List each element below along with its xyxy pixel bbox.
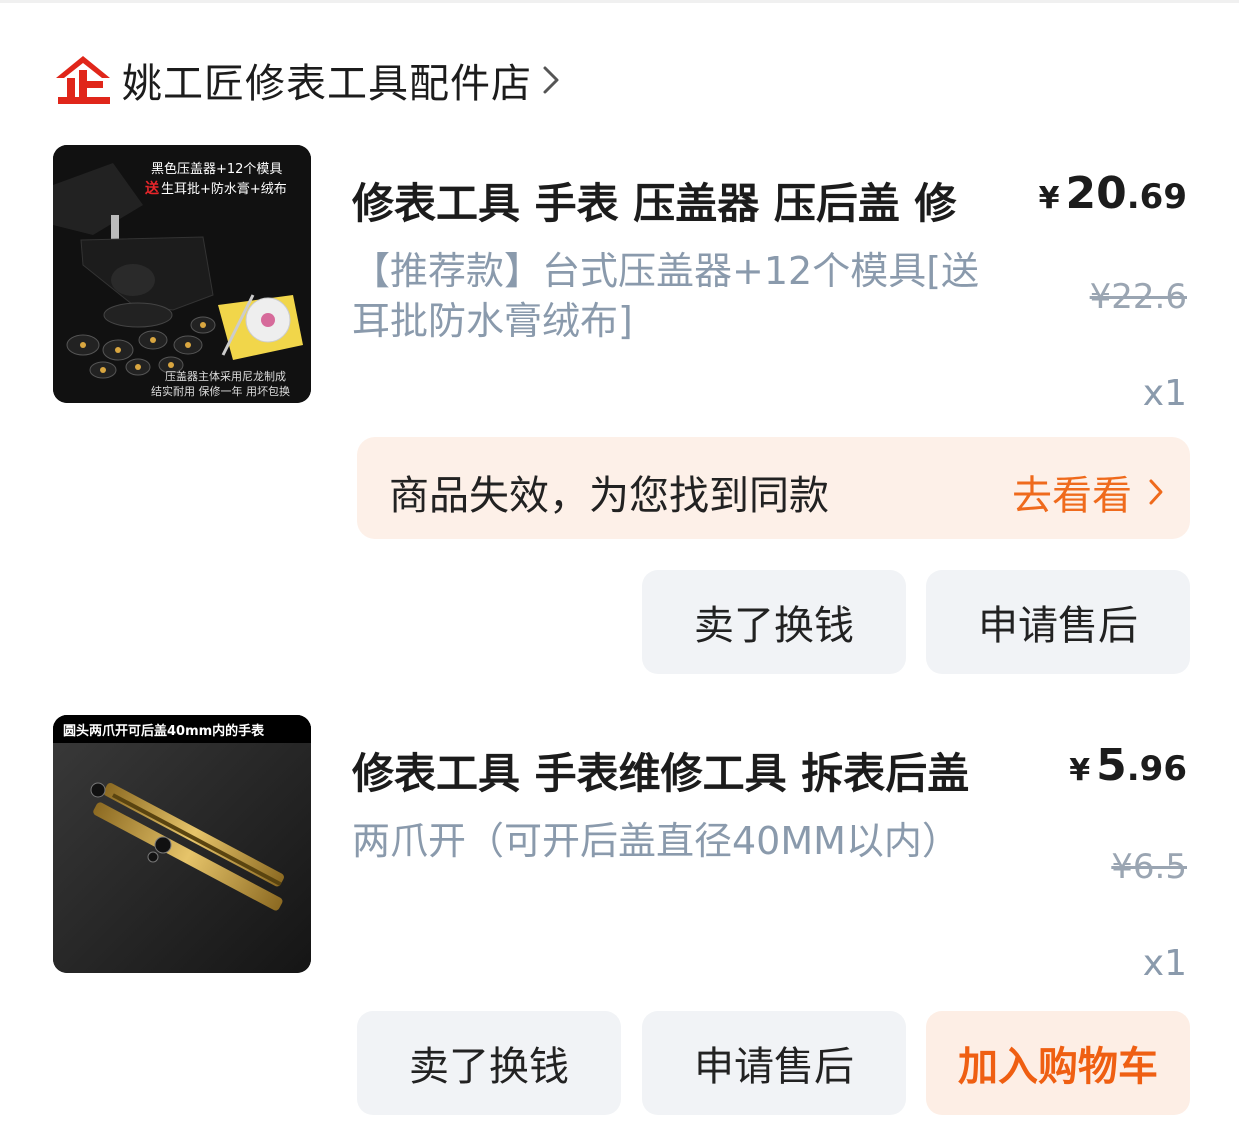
product-title[interactable]: 修表工具 手表维修工具 拆表后盖 <box>352 740 1017 801</box>
price-currency: ¥ <box>1069 753 1091 788</box>
view-similar-label: 去看看 <box>1012 473 1132 519</box>
view-similar-link[interactable]: 去看看 <box>1012 463 1164 521</box>
sell-button[interactable]: 卖了换钱 <box>642 570 906 674</box>
top-divider <box>0 0 1239 3</box>
image-caption-line3: 压盖器主体采用尼龙制成 <box>165 369 286 383</box>
quantity: x1 <box>1142 373 1187 414</box>
notice-text: 商品失效，为您找到同款 <box>389 473 829 519</box>
product-image-opener-tool[interactable]: 圆头两爪开可后盖40mm内的手表 <box>53 715 311 973</box>
after-sales-button[interactable]: 申请售后 <box>926 570 1190 674</box>
price-integer: 20 <box>1065 168 1127 219</box>
add-to-cart-button[interactable]: 加入购物车 <box>926 1011 1190 1115</box>
sell-button[interactable]: 卖了换钱 <box>357 1011 621 1115</box>
product-price: ¥5.96 <box>1069 740 1187 791</box>
product-title[interactable]: 修表工具 手表 压盖器 压后盖 修 <box>352 170 994 231</box>
enterprise-store-icon <box>56 56 110 104</box>
image-caption-free: 送 <box>144 180 160 197</box>
product-image-press-tool[interactable]: 黑色压盖器+12个模具 送 生耳批+防水膏+绒布 压盖器主体采用尼龙制成 结实耐… <box>53 145 311 403</box>
original-price: ¥22.6 <box>1089 277 1187 317</box>
image-caption-line2: 生耳批+防水膏+绒布 <box>161 181 287 197</box>
price-decimal: .96 <box>1126 749 1187 789</box>
price-integer: 5 <box>1096 740 1127 791</box>
image-caption-line4: 结实耐用 保修一年 用坏包换 <box>151 384 290 398</box>
store-name[interactable]: 姚工匠修表工具配件店 <box>122 51 532 109</box>
image-caption: 圆头两爪开可后盖40mm内的手表 <box>63 723 265 739</box>
price-currency: ¥ <box>1038 181 1060 216</box>
product-sku: 两爪开（可开后盖直径40MM以内） <box>352 819 960 863</box>
price-decimal: .69 <box>1126 177 1187 217</box>
invalid-item-notice[interactable]: 商品失效，为您找到同款 去看看 <box>357 437 1190 539</box>
store-header[interactable]: 姚工匠修表工具配件店 <box>54 50 560 110</box>
original-price: ¥6.5 <box>1111 847 1187 887</box>
product-price: ¥20.69 <box>1039 168 1187 219</box>
quantity: x1 <box>1142 943 1187 984</box>
chevron-right-icon <box>543 66 559 94</box>
product-sku: 【推荐款】台式压盖器+12个模具[送耳批防水膏绒布] <box>352 249 980 343</box>
after-sales-button[interactable]: 申请售后 <box>642 1011 906 1115</box>
image-caption-line1: 黑色压盖器+12个模具 <box>151 161 282 177</box>
chevron-right-icon <box>1149 479 1163 505</box>
